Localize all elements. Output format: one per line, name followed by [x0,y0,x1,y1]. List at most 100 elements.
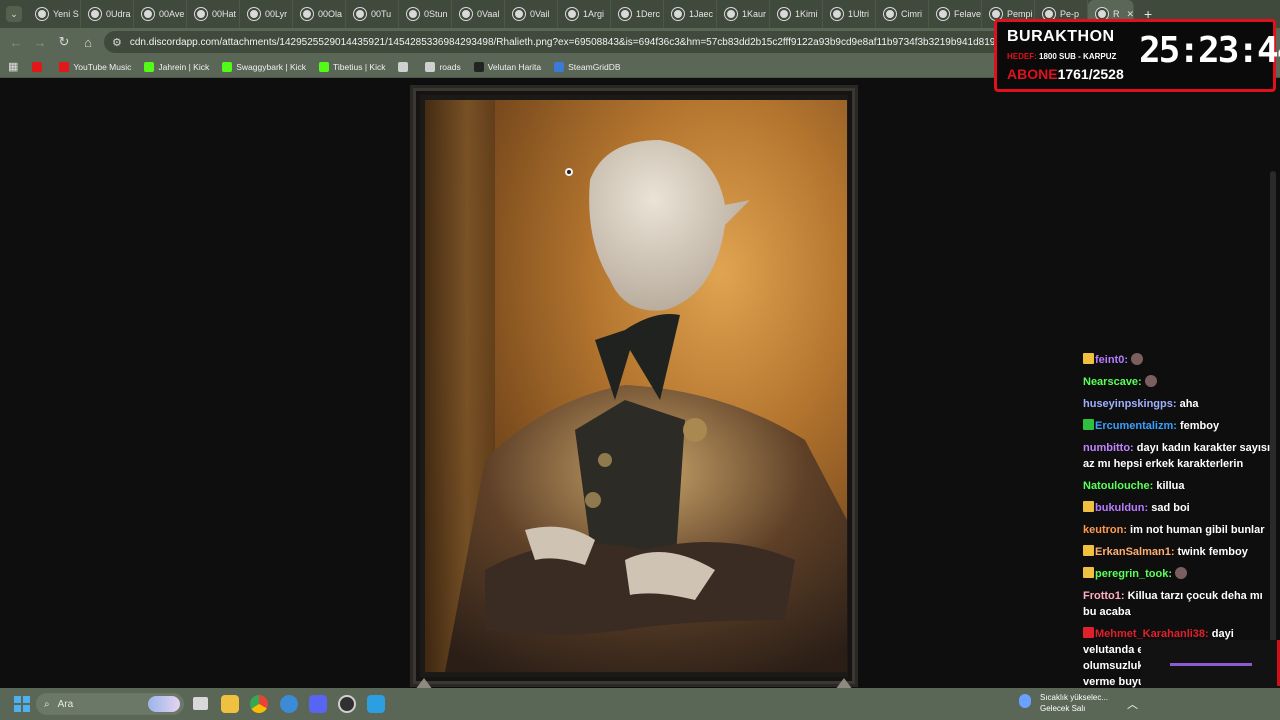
discord-icon[interactable] [309,695,327,713]
tray-chevron-up-icon[interactable]: ︿ [1127,696,1138,712]
browser-tab[interactable]: 0Udra [81,0,134,28]
taskbar-search[interactable]: ⌕ Ara [36,693,184,715]
site-info-icon[interactable]: ⚙ [112,36,122,49]
chat-message: ErkanSalman1: twink femboy [1083,544,1273,560]
bookmark-favicon-icon [398,61,409,72]
chrome-icon[interactable] [250,695,268,713]
chat-username[interactable]: keutron: [1083,524,1127,536]
forward-button[interactable]: → [28,30,52,54]
browser-tab[interactable]: 0Vaal [452,0,505,28]
bookmark-label: roads [439,61,461,72]
bookmark-label: Jahrein | Kick [158,61,210,72]
browser-tab[interactable]: 1Ultri [823,0,876,28]
chat-message: peregrin_took: [1083,566,1273,582]
close-tab-icon[interactable]: ✕ [1127,9,1134,20]
home-button[interactable]: ⌂ [76,30,100,54]
browser-tab[interactable]: 1Argi [558,0,611,28]
bookmark-item[interactable] [32,61,46,72]
tab-favicon-icon [672,8,684,20]
reload-button[interactable]: ↻ [52,30,76,54]
bookmark-item[interactable]: Jahrein | Kick [144,61,210,72]
chat-message: Ercumentalizm: femboy [1083,418,1273,434]
chat-text: aha [1176,398,1199,410]
browser-tab[interactable]: 00Hat [187,0,240,28]
bookmark-item[interactable]: YouTube Music [59,61,131,72]
bookmark-item[interactable]: Tibetius | Kick [319,61,385,72]
search-icon: ⌕ [44,698,50,710]
character-portrait-image[interactable] [425,100,847,672]
tab-label: 0Stun [424,9,448,19]
bookmark-favicon-icon [554,61,565,72]
chat-username[interactable]: feint0: [1095,354,1128,366]
chat-username[interactable]: Frotto1: [1083,590,1125,602]
browser-tab[interactable]: 1Derc [611,0,664,28]
chat-text: im not human gibil bunlar [1127,524,1265,536]
browser-tab[interactable]: 00Ola [293,0,346,28]
chat-username[interactable]: ErkanSalman1: [1095,546,1174,558]
chat-username[interactable]: Nearscave: [1083,376,1142,388]
chat-badge-icon [1083,567,1094,578]
bookmark-item[interactable]: Swaggybark | Kick [222,61,306,72]
chat-badge-icon [1083,353,1094,364]
task-view-icon[interactable] [193,697,208,710]
back-button[interactable]: ← [4,30,28,54]
apps-grid-icon[interactable]: ▦ [8,60,18,73]
browser-tab[interactable]: 0Vail [505,0,558,28]
tab-label: 0Vaal [477,9,500,19]
progress-bar [1170,663,1252,666]
tab-label: Pempi [1007,9,1033,19]
overlay-title: BURAKTHON [1007,28,1115,45]
browser-tab[interactable]: 1Kimi [770,0,823,28]
chat-username[interactable]: Natoulouche: [1083,480,1153,492]
page-scrollbar[interactable] [1270,171,1276,663]
chat-message: Frotto1: Killua tarzı çocuk deha mı bu a… [1083,588,1273,620]
chat-username[interactable]: peregrin_took: [1095,568,1172,580]
chat-message: feint0: [1083,352,1273,368]
chat-username[interactable]: huseyinpskingps: [1083,398,1177,410]
browser-tab[interactable]: Felave [929,0,982,28]
chat-badge-icon [1083,627,1094,638]
browser-tab[interactable]: Yeni S [28,0,81,28]
tab-search-icon[interactable]: ⌄ [6,6,22,22]
chat-emote-icon [1144,375,1157,387]
overlay-goal: HEDEF: 1800 SUB - KARPUZ [1007,52,1116,61]
bookmark-item[interactable] [398,61,412,72]
bookmark-item[interactable]: Velutan Harita [473,61,541,72]
tab-favicon-icon [619,8,631,20]
bookmark-item[interactable]: SteamGridDB [554,61,621,72]
browser-tab[interactable]: 00Lyr [240,0,293,28]
character-figure [445,140,847,672]
windows-start-icon[interactable] [14,696,30,712]
weather-widget[interactable]: Sıcaklık yükselec... Gelecek Salı [1019,692,1108,714]
goal-label: HEDEF: [1007,52,1037,61]
obs-icon[interactable] [338,695,356,713]
paint-app-icon[interactable] [367,695,385,713]
chat-username[interactable]: Mehmet_Karahanli38: [1095,628,1209,640]
bookmark-favicon-icon [425,61,436,72]
tab-label: Felave [954,9,982,19]
file-explorer-icon[interactable] [221,695,239,713]
bookmark-favicon-icon [144,61,155,72]
browser-tab[interactable]: 1Kaur [717,0,770,28]
subs-count: 1761/2528 [1057,66,1124,82]
browser-tab[interactable]: Cimri [876,0,929,28]
tab-favicon-icon [89,8,101,20]
tab-label: 0Udra [106,9,131,19]
chat-username[interactable]: numbitto: [1083,442,1134,454]
chat-badge-icon [1083,545,1094,556]
chat-text: killua [1153,480,1185,492]
bookmark-favicon-icon [32,61,43,72]
bookmark-item[interactable]: roads [425,61,461,72]
browser-tab[interactable]: 0Stun [399,0,452,28]
tab-favicon-icon [142,8,154,20]
chat-message: huseyinpskingps: aha [1083,396,1273,412]
browser-tab[interactable]: 00Ave [134,0,187,28]
chat-emote-icon [1131,353,1143,365]
browser-tab[interactable]: 00Tu [346,0,399,28]
globe-app-icon[interactable] [280,695,298,713]
chat-username[interactable]: Ercumentalizm: [1095,420,1177,432]
chat-username[interactable]: bukuldun: [1095,502,1148,514]
browser-tab[interactable]: 1Jaec [664,0,717,28]
address-bar[interactable]: ⚙ cdn.discordapp.com/attachments/1429525… [104,31,1004,53]
tab-label: Pe-p [1060,9,1080,19]
